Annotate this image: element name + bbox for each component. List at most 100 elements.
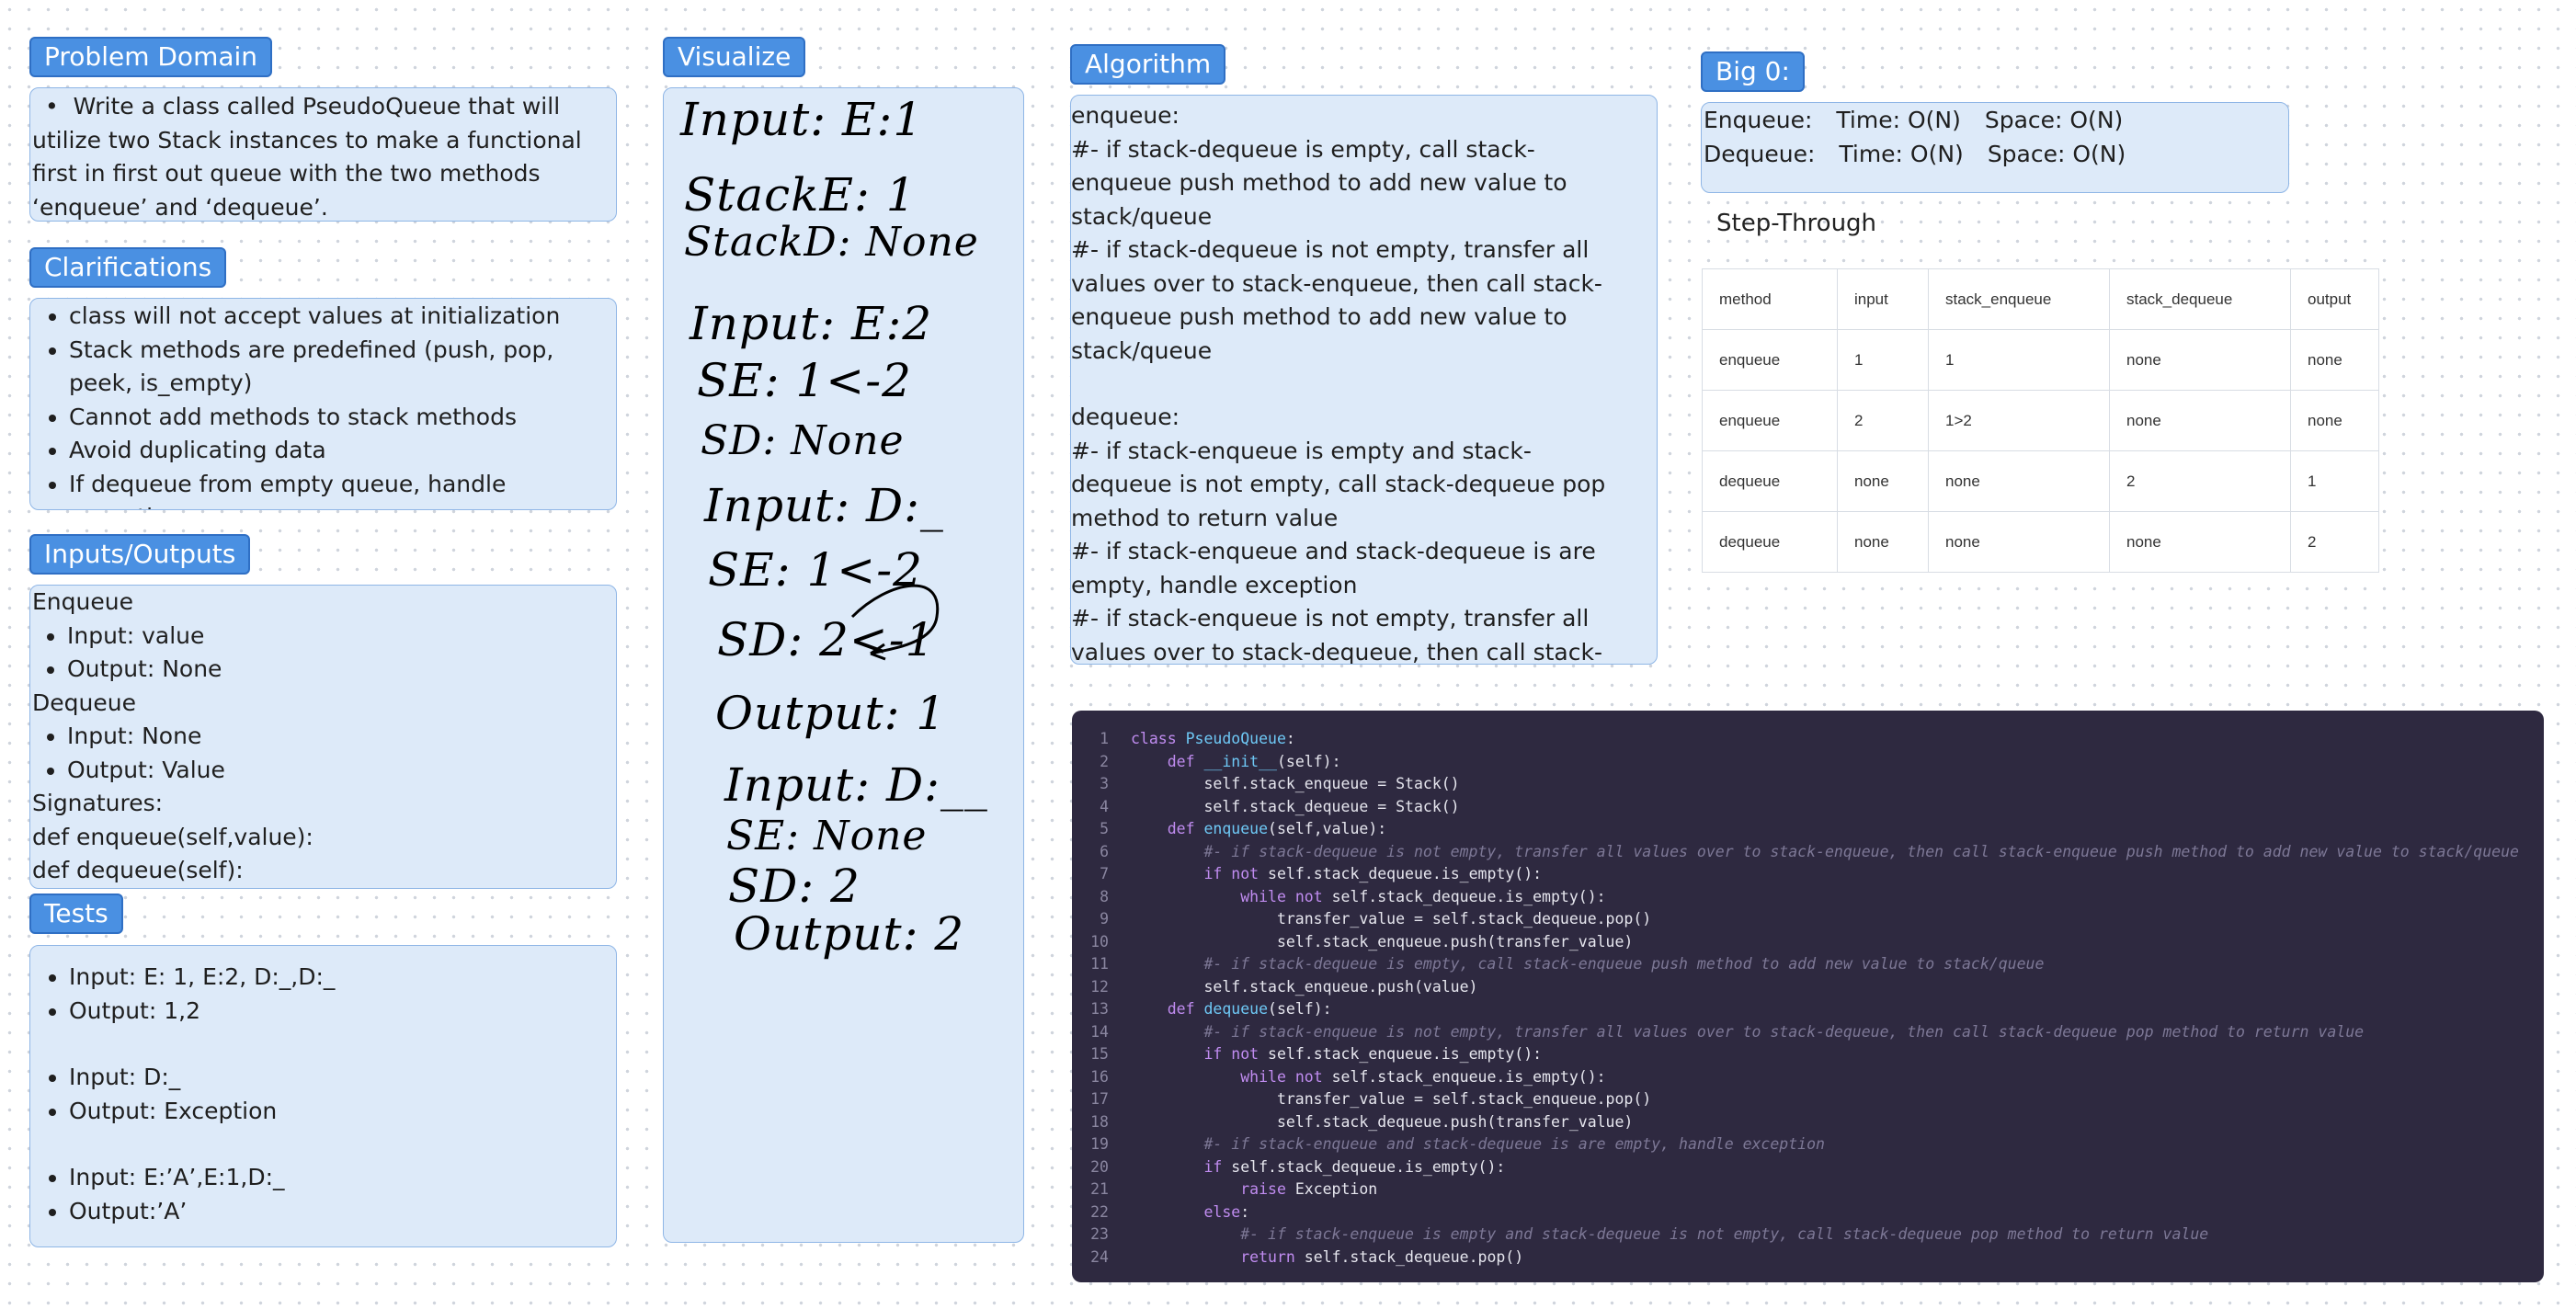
code-text: return self.stack_dequeue.pop() (1240, 1247, 1524, 1266)
code-text: else: (1203, 1202, 1250, 1221)
table-cell: dequeue (1702, 511, 1838, 573)
code-text: while not self.stack_enqueue.is_empty(): (1240, 1067, 1606, 1086)
handwritten-line: SD: None (701, 417, 905, 464)
table-cell: none (2109, 329, 2291, 391)
tests-tag[interactable]: Tests (29, 894, 123, 934)
code-line: 10 self.stack_enqueue.push(transfer_valu… (1072, 931, 2544, 954)
clarifications-card[interactable]: class will not accept values at initiali… (29, 298, 617, 510)
code-text: self.stack_enqueue.push(value) (1131, 977, 1478, 996)
code-block[interactable]: 1 class PseudoQueue: 2 def __init__(self):… (1072, 711, 2544, 1282)
table-cell: enqueue (1702, 390, 1838, 451)
table-row: enqueue 1 1 none none (1702, 329, 2379, 391)
line-number: 15 (1090, 1045, 1109, 1063)
clarification-item: If dequeue from empty queue, handle exce… (69, 468, 609, 510)
algorithm-step: #- if stack-dequeue is empty, call stack… (1071, 135, 1567, 230)
code-text: self.stack_dequeue = Stack() (1131, 797, 1460, 815)
code-text: self.stack_enqueue = Stack() (1131, 775, 1460, 792)
handwritten-line: Input: E:1 (680, 93, 924, 146)
line-number: 24 (1090, 1247, 1109, 1266)
code-text: self.stack_dequeue.push(transfer_value) (1131, 1112, 1634, 1131)
big-o-enqueue-space: Space: O(N) (1984, 107, 2124, 133)
problem-domain-item: • Write a class called PseudoQueue that … (32, 93, 582, 221)
handwritten-line: Input: E:2 (690, 297, 933, 350)
line-number: 3 (1100, 775, 1109, 792)
table-cell: 1 (1837, 329, 1929, 391)
code-line: 4 self.stack_dequeue = Stack() (1072, 796, 2544, 819)
clarification-item: class will not accept values at initiali… (69, 300, 609, 334)
table-header: stack_enqueue (1928, 268, 2110, 330)
code-line: 12 self.stack_enqueue.push(value) (1072, 976, 2544, 999)
table-header: stack_dequeue (2109, 268, 2291, 330)
visualize-tag[interactable]: Visualize (663, 37, 806, 77)
code-line: 14 #- if stack-enqueue is not empty, tra… (1072, 1021, 2544, 1044)
big-o-dequeue-label: Dequeue: (1704, 140, 1816, 167)
line-number: 2 (1100, 752, 1109, 770)
algorithm-tag[interactable]: Algorithm (1070, 44, 1226, 85)
code-text: if not self.stack_enqueue.is_empty(): (1203, 1045, 1543, 1063)
signature-dequeue: def dequeue(self): (32, 857, 244, 883)
code-text: #- if stack-enqueue is not empty, transf… (1131, 1022, 2365, 1041)
line-number: 14 (1090, 1022, 1109, 1041)
table-cell: none (2290, 390, 2379, 451)
line-number: 5 (1100, 820, 1109, 837)
test-item: Output: Exception (69, 1095, 616, 1129)
big-o-card[interactable]: Enqueue: Time: O(N) Space: O(N) Dequeue: Ti… (1701, 102, 2289, 193)
code-line: 20 if self.stack_dequeue.is_empty(): (1072, 1156, 2544, 1179)
code-text: transfer_value = self.stack_enqueue.pop(… (1131, 1090, 1652, 1108)
big-o-enqueue-row: Enqueue: Time: O(N) Space: O(N) (1704, 104, 2288, 138)
handwritten-line: Input: D:_ (704, 479, 944, 532)
io-item: Input: None (67, 720, 616, 754)
handwritten-line: SD: 2<-1 (717, 613, 936, 666)
algorithm-step: #- if stack-enqueue is empty and stack-d… (1071, 437, 1606, 531)
code-text: def dequeue(self): (1167, 1000, 1332, 1018)
handwritten-line: SE: None (726, 813, 928, 859)
big-o-tag[interactable]: Big 0: (1701, 51, 1805, 92)
code-line: 11 #- if stack-dequeue is empty, call st… (1072, 953, 2544, 976)
line-number: 18 (1090, 1112, 1109, 1131)
code-line: 8 while not self.stack_dequeue.is_empty(… (1072, 886, 2544, 909)
code-line: 21 raise Exception (1072, 1178, 2544, 1201)
clarifications-tag[interactable]: Clarifications (29, 247, 227, 288)
io-item: Input: value (67, 620, 616, 654)
tests-card[interactable]: Input: E: 1, E:2, D:_,D:_ Output: 1,2 In… (29, 945, 617, 1247)
code-text: #- if stack-dequeue is empty, call stack… (1131, 955, 2045, 973)
big-o-dequeue-row: Dequeue: Time: O(N) Space: O(N) (1704, 138, 2288, 172)
big-o-enqueue-time: Time: O(N) (1836, 107, 1961, 133)
problem-domain-tag[interactable]: Problem Domain (29, 37, 273, 77)
table-row: enqueue 2 1>2 none none (1702, 390, 2379, 451)
table-cell: none (2109, 390, 2291, 451)
line-number: 21 (1090, 1180, 1109, 1198)
clarification-item: Stack methods are predefined (push, pop,… (69, 334, 609, 401)
code-line: 3 self.stack_enqueue = Stack() (1072, 773, 2544, 796)
line-number: 13 (1090, 1000, 1109, 1018)
step-through-table[interactable]: method input stack_enqueue stack_dequeue… (1702, 268, 2379, 573)
inputs-outputs-card[interactable]: Enqueue Input: value Output: None Dequeu… (29, 585, 617, 889)
signatures-label: Signatures: (32, 790, 164, 816)
io-item: Output: Value (67, 754, 616, 788)
line-number: 11 (1090, 955, 1109, 973)
code-line: 2 def __init__(self): (1072, 751, 2544, 774)
table-cell: none (1928, 511, 2110, 573)
line-number: 7 (1100, 865, 1109, 882)
table-cell: enqueue (1702, 329, 1838, 391)
code-line: 18 self.stack_dequeue.push(transfer_valu… (1072, 1111, 2544, 1134)
table-header: output (2290, 268, 2379, 330)
visualize-card[interactable]: Input: E:1 StackE: 1 StackD: None Input:… (663, 87, 1024, 1243)
line-number: 8 (1100, 887, 1109, 905)
line-number: 22 (1090, 1202, 1109, 1221)
handwritten-line: Output: 1 (715, 687, 947, 740)
code-line: 6 #- if stack-dequeue is not empty, tran… (1072, 841, 2544, 864)
io-item: Output: None (67, 653, 616, 687)
table-header: input (1837, 268, 1929, 330)
inputs-outputs-tag[interactable]: Inputs/Outputs (29, 534, 251, 575)
table-cell: dequeue (1702, 450, 1838, 512)
algorithm-step: #- if stack-enqueue and stack-dequeue is… (1071, 538, 1596, 598)
code-line: 16 while not self.stack_enqueue.is_empty… (1072, 1066, 2544, 1089)
big-o-dequeue-space: Space: O(N) (1987, 140, 2126, 167)
code-text: #- if stack-dequeue is not empty, transf… (1131, 842, 2519, 860)
test-item: Input: E: 1, E:2, D:_,D:_ (69, 961, 616, 995)
table-cell: 2 (1837, 390, 1929, 451)
code-line: 24 return self.stack_dequeue.pop() (1072, 1246, 2544, 1269)
problem-domain-card[interactable]: • Write a class called PseudoQueue that … (29, 87, 617, 222)
algorithm-card[interactable]: enqueue: #- if stack-dequeue is empty, c… (1070, 95, 1658, 665)
